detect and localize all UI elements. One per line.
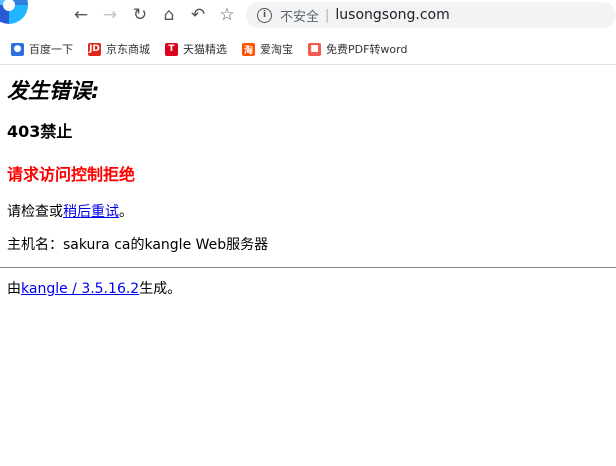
reload-icon[interactable]: ↻ <box>129 3 151 27</box>
bookmarks-bar: ● 百度一下 JD 京东商城 T 天猫精选 淘 爱淘宝 ■ 免费PDF转word <box>0 34 616 65</box>
horizontal-rule <box>0 267 616 268</box>
bookmark-taobao[interactable]: 淘 爱淘宝 <box>242 41 293 57</box>
address-separator: | <box>325 7 330 23</box>
reason-heading: 请求访问控制拒绝 <box>7 165 136 184</box>
bookmark-label: 爱淘宝 <box>260 43 293 56</box>
bookmark-label: 免费PDF转word <box>326 43 408 56</box>
browser-logo-icon[interactable] <box>0 0 28 24</box>
undo-tab-icon[interactable]: ↶ <box>187 3 209 27</box>
taobao-icon: 淘 <box>242 42 255 56</box>
pdf-icon: ■ <box>308 42 321 56</box>
footer-suffix: 生成。 <box>139 281 182 297</box>
url-text[interactable]: lusongsong.com <box>335 7 449 23</box>
error-page-content: 发生错误: 403禁止 请求访问控制拒绝 请检查或稍后重试。 主机名：sakur… <box>7 70 616 255</box>
host-line: 主机名：sakura ca的kangle Web服务器 <box>7 237 269 253</box>
footer-line: 由kangle / 3.5.16.2生成。 <box>7 279 181 299</box>
status-heading: 403禁止 <box>7 122 73 141</box>
info-icon[interactable]: i <box>257 7 272 23</box>
tmall-icon: T <box>165 42 178 56</box>
kangle-link[interactable]: kangle / 3.5.16.2 <box>21 281 139 297</box>
jd-icon: JD <box>88 42 101 56</box>
check-prefix: 请检查或 <box>7 204 63 220</box>
bookmark-baidu[interactable]: ● 百度一下 <box>11 41 73 57</box>
address-bar[interactable]: i 不安全 | lusongsong.com <box>246 2 616 28</box>
home-icon[interactable]: ⌂ <box>158 3 180 27</box>
bookmark-jd[interactable]: JD 京东商城 <box>88 41 150 57</box>
footer-prefix: 由 <box>7 281 21 297</box>
error-heading: 发生错误: <box>7 79 100 103</box>
bookmark-label: 京东商城 <box>106 43 150 56</box>
retry-link[interactable]: 稍后重试 <box>63 204 119 220</box>
back-icon[interactable]: ← <box>70 3 92 27</box>
baidu-icon: ● <box>11 42 24 56</box>
check-line: 请检查或稍后重试。 <box>7 202 616 222</box>
forward-icon[interactable]: → <box>99 3 121 27</box>
bookmark-label: 百度一下 <box>29 43 73 56</box>
security-text[interactable]: 不安全 <box>280 6 319 25</box>
star-icon[interactable]: ☆ <box>216 3 238 27</box>
bookmark-tmall[interactable]: T 天猫精选 <box>165 41 227 57</box>
browser-toolbar: ← → ↻ ⌂ ↶ ☆ i 不安全 | lusongsong.com <box>0 0 616 34</box>
bookmark-pdf[interactable]: ■ 免费PDF转word <box>308 41 407 57</box>
check-suffix: 。 <box>119 204 133 220</box>
bookmark-label: 天猫精选 <box>183 43 227 56</box>
